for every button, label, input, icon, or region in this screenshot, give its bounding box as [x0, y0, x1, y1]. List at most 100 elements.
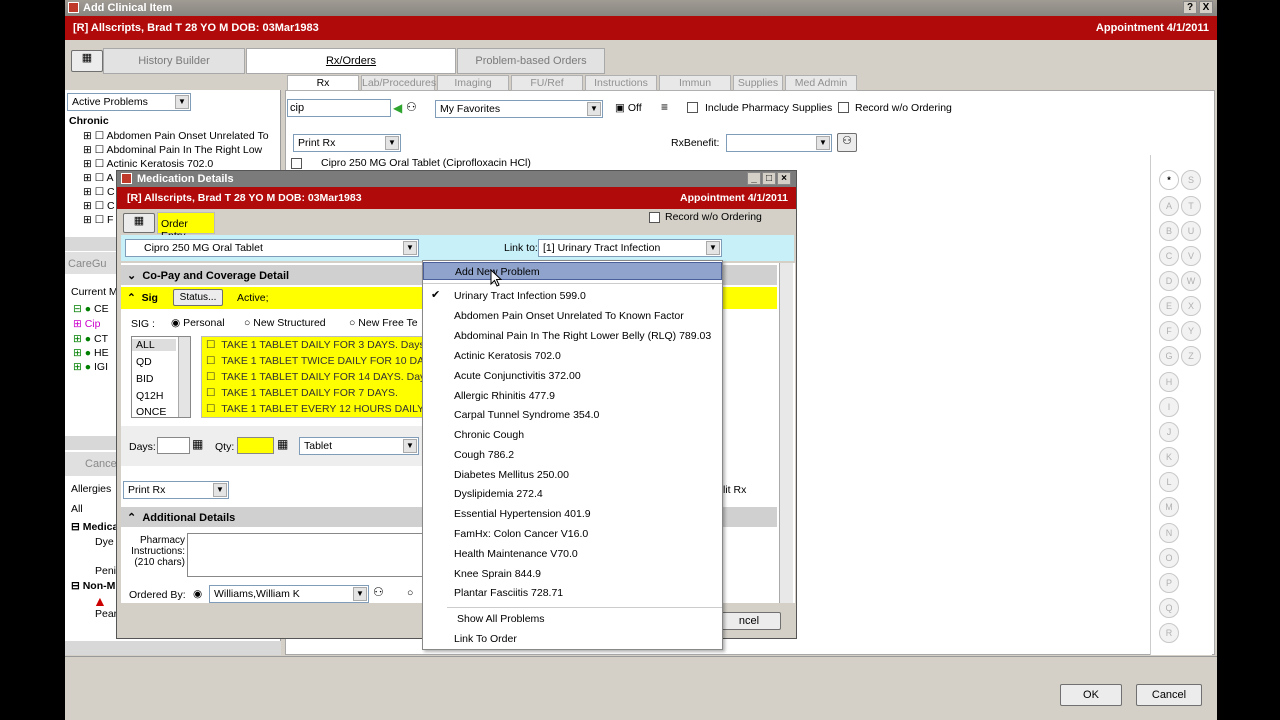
letter-tab[interactable]: B: [1159, 221, 1179, 241]
subtab-lab-procedures[interactable]: Lab/Procedures: [361, 75, 436, 91]
letter-tab[interactable]: O: [1159, 548, 1179, 568]
sig-label[interactable]: ⌃ Sig: [127, 292, 158, 304]
formulary-toggle[interactable]: ▣ Off: [615, 102, 642, 114]
problem-option[interactable]: Plantar Fasciitis 728.71: [423, 584, 722, 602]
layout-toggle-button[interactable]: ▦: [123, 213, 155, 233]
problem-item[interactable]: ⊞ ☐ Abdominal Pain In The Right Low: [83, 144, 262, 156]
letter-tab[interactable]: D: [1159, 271, 1179, 291]
problem-option[interactable]: Actinic Keratosis 702.0: [423, 347, 722, 365]
letter-tab[interactable]: T: [1181, 196, 1201, 216]
allergy-filter[interactable]: All: [71, 503, 83, 515]
problem-option[interactable]: Cough 786.2: [423, 446, 722, 464]
vertical-scrollbar[interactable]: [178, 337, 190, 417]
problem-option[interactable]: Urinary Tract Infection 599.0: [423, 287, 722, 305]
problem-item[interactable]: ⊞ ☐ Actinic Keratosis 702.0: [83, 158, 213, 170]
problem-item[interactable]: ⊞ ☐ A: [83, 172, 113, 184]
sig-item[interactable]: ☐ TAKE 1 TABLET DAILY FOR 14 DAYS. Days:: [206, 371, 422, 383]
calculator-icon[interactable]: ▦: [192, 437, 203, 451]
sig-item[interactable]: ☐ TAKE 1 TABLET EVERY 12 HOURS DAILY.: [206, 403, 422, 415]
med-item[interactable]: ⊞ ● IGI: [73, 361, 108, 373]
ordered-by-select[interactable]: Williams,William K ▼: [209, 585, 369, 603]
problem-item[interactable]: ⊞ ☐ F: [83, 214, 113, 226]
list-icon[interactable]: ≡: [661, 100, 668, 114]
subtab-instructions[interactable]: Instructions: [585, 75, 657, 91]
subtab-med-admin[interactable]: Med Admin: [785, 75, 857, 91]
letter-tab[interactable]: E: [1159, 296, 1179, 316]
letter-tab[interactable]: U: [1181, 221, 1201, 241]
dialog-close-button[interactable]: ×: [777, 172, 791, 185]
order-entry-tab[interactable]: Order Entry: [157, 212, 215, 242]
vertical-scrollbar[interactable]: [779, 263, 793, 603]
drug-search-input[interactable]: cip: [287, 99, 391, 117]
problem-option[interactable]: Dyslipidemia 272.4: [423, 485, 722, 503]
frequency-item[interactable]: BID: [136, 373, 154, 385]
med-item[interactable]: ⊞ Cip: [73, 318, 100, 330]
problem-option[interactable]: FamHx: Colon Cancer V16.0: [423, 525, 722, 543]
sig-item[interactable]: ☐ TAKE 1 TABLET DAILY FOR 3 DAYS. Days: …: [206, 339, 422, 351]
horizontal-scrollbar[interactable]: [65, 641, 281, 655]
letter-tab[interactable]: F: [1159, 321, 1179, 341]
letter-tab[interactable]: *: [1159, 170, 1179, 190]
days-input[interactable]: [157, 437, 190, 454]
problem-option[interactable]: Health Maintenance V70.0: [423, 545, 722, 563]
letter-tab[interactable]: Y: [1181, 321, 1201, 341]
problem-option[interactable]: Carpal Tunnel Syndrome 354.0: [423, 406, 722, 424]
letter-tab[interactable]: J: [1159, 422, 1179, 442]
unit-select[interactable]: Tablet ▼: [299, 437, 419, 455]
radio-new-structured[interactable]: ○ New Structured: [244, 317, 326, 329]
result-select-checkbox[interactable]: [291, 158, 302, 169]
record-without-ordering-checkbox[interactable]: [649, 212, 660, 223]
ok-button[interactable]: OK: [1060, 684, 1122, 706]
layout-toggle-button[interactable]: ▦: [71, 50, 103, 72]
link-to-order-option[interactable]: Link To Order: [423, 630, 722, 648]
problem-option[interactable]: Acute Conjunctivitis 372.00: [423, 367, 722, 385]
drug-select[interactable]: Cipro 250 MG Oral Tablet ▼: [125, 239, 419, 257]
frequency-item[interactable]: ALL: [132, 339, 176, 351]
subtab-fu-ref[interactable]: FU/Ref: [511, 75, 583, 91]
subtab-immun[interactable]: Immun: [659, 75, 731, 91]
letter-tab[interactable]: G: [1159, 346, 1179, 366]
link-to-select[interactable]: [1] Urinary Tract Infection ▼: [538, 239, 722, 257]
problem-item[interactable]: ⊞ ☐ Abdomen Pain Onset Unrelated To: [83, 130, 269, 142]
letter-tab[interactable]: R: [1159, 623, 1179, 643]
include-pharmacy-checkbox[interactable]: [687, 102, 698, 113]
ordered-by-alt-radio[interactable]: ○: [407, 587, 413, 599]
letter-tab[interactable]: X: [1181, 296, 1201, 316]
binoculars-icon[interactable]: ⚇: [406, 100, 417, 114]
letter-tab[interactable]: N: [1159, 523, 1179, 543]
binoculars-icon[interactable]: ⚇: [373, 585, 384, 599]
letter-tab[interactable]: I: [1159, 397, 1179, 417]
frequency-item[interactable]: ONCE: [136, 406, 166, 418]
med-item[interactable]: ⊞ ● HE: [73, 347, 109, 359]
show-all-problems-option[interactable]: Show All Problems: [423, 610, 722, 628]
problem-option[interactable]: Essential Hypertension 401.9: [423, 505, 722, 523]
tab-rx-orders[interactable]: Rx/Orders: [246, 48, 456, 74]
frequency-item[interactable]: Q12H: [136, 390, 163, 402]
calculator-icon[interactable]: ▦: [277, 437, 288, 451]
letter-tab[interactable]: Z: [1181, 346, 1201, 366]
favorites-select[interactable]: My Favorites ▼: [435, 100, 603, 118]
close-button[interactable]: X: [1199, 1, 1213, 14]
radio-new-free-text[interactable]: ○ New Free Te: [349, 317, 418, 329]
med-item[interactable]: ⊟ ● CE: [73, 303, 109, 315]
problem-option[interactable]: Knee Sprain 844.9: [423, 565, 722, 583]
print-rx-select[interactable]: Print Rx ▼: [123, 481, 229, 499]
letter-tab[interactable]: S: [1181, 170, 1201, 190]
status-button[interactable]: Status...: [173, 289, 223, 306]
letter-tab[interactable]: K: [1159, 447, 1179, 467]
sig-item[interactable]: ☐ TAKE 1 TABLET DAILY FOR 7 DAYS.: [206, 387, 398, 399]
problem-option[interactable]: Abdominal Pain In The Right Lower Belly …: [423, 327, 722, 345]
problem-option[interactable]: Chronic Cough: [423, 426, 722, 444]
med-item[interactable]: ⊞ ● CT: [73, 333, 108, 345]
frequency-item[interactable]: QD: [136, 356, 152, 368]
record-without-ordering-checkbox[interactable]: [838, 102, 849, 113]
ordered-by-radio[interactable]: ◉: [193, 588, 202, 600]
minimize-button[interactable]: _: [747, 172, 761, 185]
maximize-button[interactable]: □: [762, 172, 776, 185]
problems-filter-select[interactable]: Active Problems ▼: [67, 93, 191, 111]
tab-problem-based-orders[interactable]: Problem-based Orders: [457, 48, 605, 74]
dialog-cancel-button[interactable]: ncel: [717, 612, 781, 630]
cancel-button[interactable]: Cancel: [1136, 684, 1202, 706]
problem-option[interactable]: Abdomen Pain Onset Unrelated To Known Fa…: [423, 307, 722, 325]
letter-tab[interactable]: H: [1159, 372, 1179, 392]
